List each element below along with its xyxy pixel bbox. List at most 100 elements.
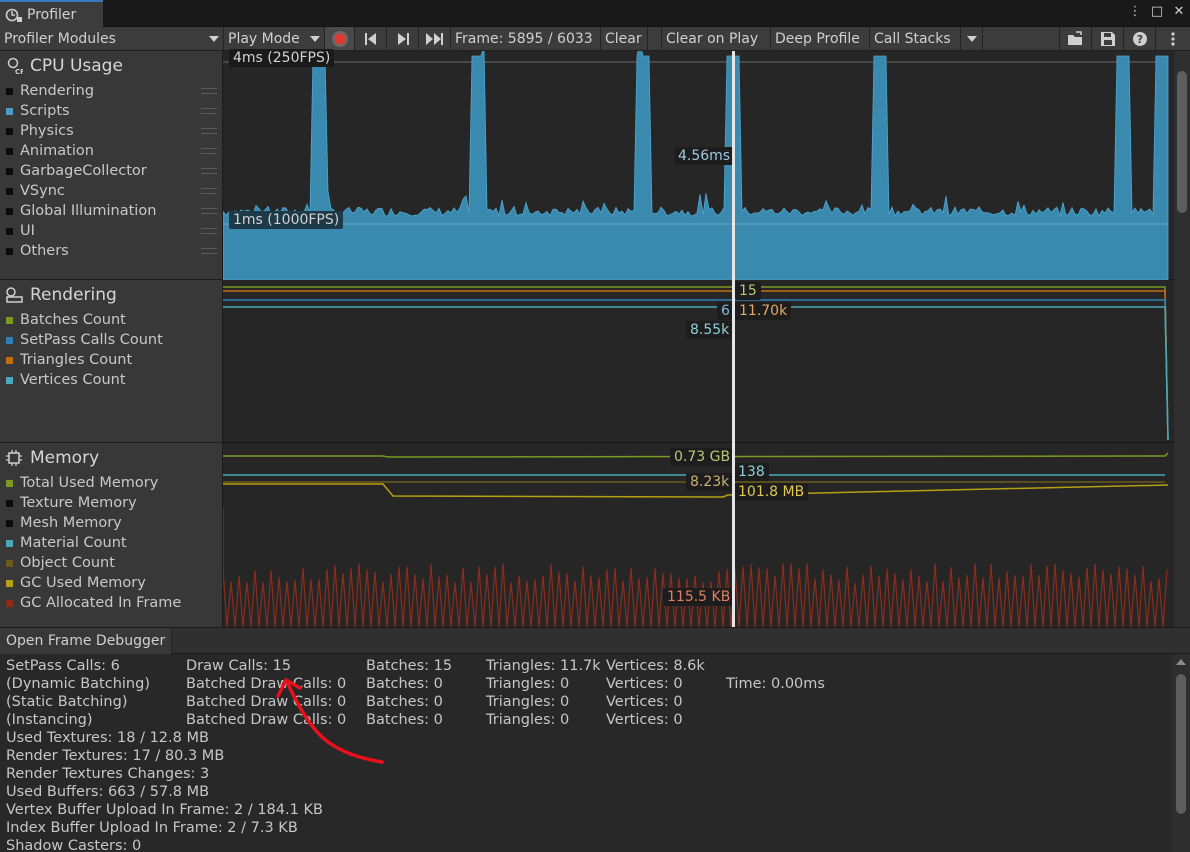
details-scrollbar-thumb[interactable] xyxy=(1176,674,1186,814)
drag-handle-icon[interactable] xyxy=(201,108,217,114)
cpu-legend-item[interactable]: Scripts xyxy=(0,101,223,121)
rendering-legend-item[interactable]: Triangles Count xyxy=(0,350,223,370)
rendering-chart[interactable]: 15 6 11.70k 8.55k xyxy=(223,280,1174,443)
module-charts: 4ms (250FPS) 1ms (1000FPS) 4.56ms 15 6 1… xyxy=(223,49,1190,627)
legend-color-swatch xyxy=(6,127,13,135)
chevron-down-icon xyxy=(209,35,219,42)
memory-legend-item[interactable]: Material Count xyxy=(0,533,223,553)
cpu-legend-item[interactable]: Physics xyxy=(0,121,223,141)
legend-label: Texture Memory xyxy=(20,495,137,511)
frame-label: Frame: 5895 / 6033 xyxy=(455,30,593,47)
rendering-module-header: Rendering xyxy=(0,280,223,310)
cpu-icon: CPU xyxy=(4,57,24,75)
cpu-usage-chart[interactable]: 4ms (250FPS) 1ms (1000FPS) 4.56ms xyxy=(223,49,1174,280)
current-frame-button[interactable] xyxy=(419,27,451,50)
legend-color-swatch xyxy=(6,579,13,587)
details-stat: Triangles: 0 xyxy=(486,694,570,710)
clear-on-play-label: Clear on Play xyxy=(666,30,759,47)
gc-alloc-line xyxy=(223,507,1168,627)
frame-cursor[interactable] xyxy=(732,51,735,627)
drag-handle-icon[interactable] xyxy=(201,88,217,94)
drag-handle-icon[interactable] xyxy=(201,188,217,194)
memory-chip-icon xyxy=(4,449,24,467)
cpu-legend-item[interactable]: GarbageCollector xyxy=(0,161,223,181)
memory-module[interactable]: Memory Total Used Memory Texture Memory Me… xyxy=(0,443,223,627)
frame-counter: Frame: 5895 / 6033 xyxy=(451,27,601,50)
details-stat: (Dynamic Batching) xyxy=(6,676,150,692)
legend-color-swatch xyxy=(6,499,13,507)
cpu-label-1000fps: 1ms (1000FPS) xyxy=(229,211,344,229)
profiler-tab[interactable]: Profiler xyxy=(0,0,103,28)
drag-handle-icon[interactable] xyxy=(201,128,217,134)
drag-handle-icon[interactable] xyxy=(201,148,217,154)
details-stat: Vertices: 0 xyxy=(606,712,683,728)
drag-handle-icon[interactable] xyxy=(201,208,217,214)
save-button[interactable] xyxy=(1092,27,1124,50)
memory-chart[interactable]: 0.73 GB 138 8.23k 101.8 MB 115.5 KB xyxy=(223,443,1174,627)
close-icon[interactable]: ✕ xyxy=(1172,4,1186,19)
legend-label: GC Allocated In Frame xyxy=(20,595,182,611)
maximize-icon[interactable]: □ xyxy=(1150,4,1164,19)
rendering-legend-item[interactable]: SetPass Calls Count xyxy=(0,330,223,350)
legend-label: Vertices Count xyxy=(20,372,126,388)
memory-legend-item[interactable]: Mesh Memory xyxy=(0,513,223,533)
cpu-module-header: CPU CPU Usage xyxy=(0,51,223,81)
cpu-legend-item[interactable]: Global Illumination xyxy=(0,201,223,221)
call-stacks-dropdown[interactable] xyxy=(961,27,983,50)
cpu-legend-item[interactable]: UI xyxy=(0,221,223,241)
record-button[interactable] xyxy=(325,27,355,50)
drag-handle-icon[interactable] xyxy=(201,168,217,174)
open-frame-debugger-button[interactable]: Open Frame Debugger xyxy=(0,628,172,654)
profiler-modules-dropdown[interactable]: Profiler Modules xyxy=(0,27,224,50)
legend-label: GarbageCollector xyxy=(20,163,147,179)
legend-label: Material Count xyxy=(20,535,127,551)
rendering-icon xyxy=(4,286,24,304)
window-menu-icon[interactable]: ⋮ xyxy=(1128,4,1142,19)
rendering-legend-item[interactable]: Vertices Count xyxy=(0,370,223,390)
batches-count-value: 15 xyxy=(735,282,761,300)
module-legend-panel: CPU CPU Usage Rendering Scripts Physics Ani… xyxy=(0,51,223,627)
deep-profile-label: Deep Profile xyxy=(775,30,860,47)
drag-handle-icon[interactable] xyxy=(201,248,217,254)
rendering-module[interactable]: Rendering Batches Count SetPass Calls Cou… xyxy=(0,280,223,443)
profiler-modules-label: Profiler Modules xyxy=(4,30,116,47)
memory-legend-item[interactable]: Total Used Memory xyxy=(0,473,223,493)
memory-legend-item[interactable]: Texture Memory xyxy=(0,493,223,513)
memory-module-title: Memory xyxy=(30,448,100,468)
drag-handle-icon[interactable] xyxy=(201,228,217,234)
charts-scrollbar-thumb[interactable] xyxy=(1177,71,1187,213)
cpu-usage-module[interactable]: CPU CPU Usage Rendering Scripts Physics Ani… xyxy=(0,51,223,280)
legend-label: Triangles Count xyxy=(20,352,133,368)
help-icon: ? xyxy=(1132,31,1147,46)
cpu-legend-item[interactable]: Rendering xyxy=(0,81,223,101)
details-scrollbar[interactable] xyxy=(1172,654,1190,852)
memory-legend-item[interactable]: Object Count xyxy=(0,553,223,573)
next-frame-button[interactable] xyxy=(387,27,419,50)
memory-legend-item[interactable]: GC Allocated In Frame xyxy=(0,593,223,613)
cpu-legend-item[interactable]: Animation xyxy=(0,141,223,161)
batches-line xyxy=(223,286,1169,441)
call-stacks-toggle[interactable]: Call Stacks xyxy=(870,27,961,50)
details-stat: Triangles: 0 xyxy=(486,712,570,728)
more-options-button[interactable] xyxy=(1156,27,1190,50)
cpu-legend-item[interactable]: Others xyxy=(0,241,223,261)
toolbar-spacer xyxy=(983,27,1060,50)
clear-label: Clear xyxy=(605,30,642,47)
previous-frame-button[interactable] xyxy=(355,27,387,50)
scroll-up-icon[interactable] xyxy=(1176,659,1186,665)
play-mode-dropdown[interactable]: Play Mode xyxy=(224,27,325,50)
deep-profile-toggle[interactable]: Deep Profile xyxy=(771,27,870,50)
charts-scrollbar[interactable] xyxy=(1174,51,1190,627)
rendering-module-title: Rendering xyxy=(30,285,117,305)
help-button[interactable]: ? xyxy=(1124,27,1156,50)
record-icon xyxy=(331,30,348,47)
clear-on-play-toggle[interactable]: Clear on Play xyxy=(661,27,771,50)
rendering-legend-item[interactable]: Batches Count xyxy=(0,310,223,330)
clear-button[interactable]: Clear xyxy=(601,27,648,50)
legend-color-swatch xyxy=(6,336,13,344)
legend-color-swatch xyxy=(6,227,13,235)
step-forward-icon xyxy=(397,32,409,45)
cpu-legend-item[interactable]: VSync xyxy=(0,181,223,201)
load-button[interactable] xyxy=(1060,27,1092,50)
memory-legend-item[interactable]: GC Used Memory xyxy=(0,573,223,593)
